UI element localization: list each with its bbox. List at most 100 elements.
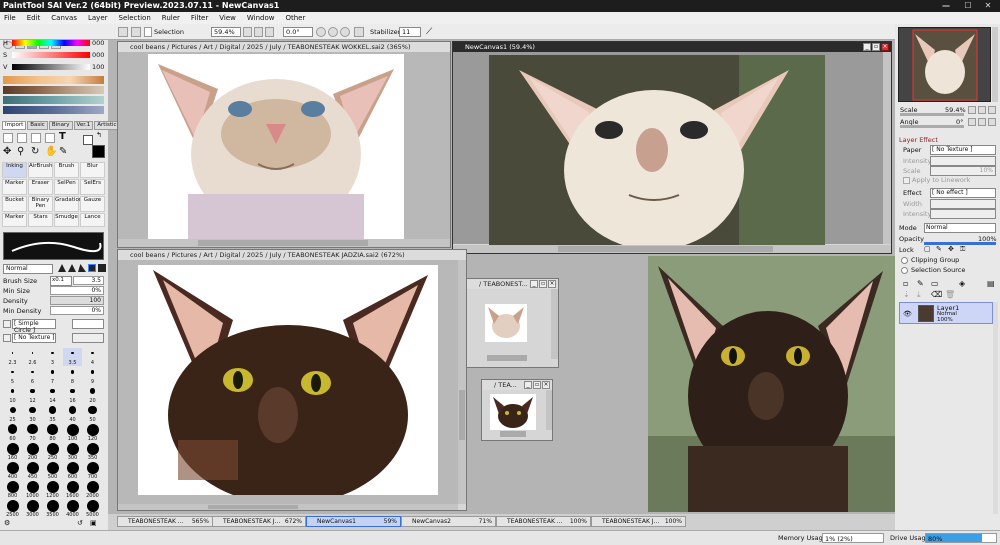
brush-size-preset[interactable]: 2500 — [3, 500, 22, 518]
brush-bucket[interactable]: Bucket — [2, 196, 27, 212]
nav-zoom-out-button[interactable] — [968, 106, 976, 114]
brush-size-preset[interactable]: 400 — [3, 462, 22, 480]
canvas-viewport-newcanvas1[interactable] — [453, 52, 891, 250]
lock-move-icon[interactable]: ✥ — [948, 245, 954, 253]
brush-selpen[interactable]: SelPen — [54, 179, 79, 195]
brush-size-preset[interactable]: 300 — [63, 443, 82, 461]
tab-artistic[interactable]: Artistic — [94, 121, 120, 130]
brush-size-preset[interactable]: 3500 — [43, 500, 62, 518]
brush-size-preset[interactable]: 160 — [3, 443, 22, 461]
brush-size-slider[interactable]: 3.5 — [73, 276, 104, 285]
texture-strength-slider[interactable] — [72, 333, 104, 343]
canvas-tab-1[interactable]: TEABONESTEAK ... 565% — [117, 516, 213, 527]
brush-size-preset[interactable]: 16 — [63, 386, 82, 404]
flip-button[interactable] — [354, 27, 364, 37]
mini1-v-scrollbar[interactable] — [551, 289, 558, 359]
save-icon[interactable]: ▣ — [90, 519, 97, 527]
zoom-reset-button[interactable] — [265, 27, 274, 37]
menu-window[interactable]: Window — [247, 14, 275, 22]
window-restore-button[interactable]: ▫ — [872, 43, 880, 51]
canvas-window-jadzia[interactable]: cool beans / Pictures / Art / Digital / … — [117, 249, 467, 511]
canvas-window-wokkel[interactable]: cool beans / Pictures / Art / Digital / … — [117, 41, 451, 248]
mini1-restore-button[interactable]: ▫ — [539, 280, 547, 288]
brush-size-preset[interactable]: 20 — [83, 386, 102, 404]
brush-stars[interactable]: Stars — [28, 213, 53, 227]
mini1-close-button[interactable]: × — [548, 280, 556, 288]
scale-slider[interactable]: 10% — [930, 166, 996, 176]
brush-size-preset[interactable]: 600 — [63, 462, 82, 480]
mini2-v-scrollbar[interactable] — [546, 390, 552, 430]
transfer-down-icon[interactable]: ⇣ — [903, 290, 910, 299]
texture-enable-checkbox[interactable] — [3, 334, 11, 342]
brush-gradation[interactable]: Gradation — [54, 196, 82, 212]
layer-menu-icon[interactable]: ▤ — [987, 279, 995, 288]
menu-view[interactable]: View — [219, 14, 236, 22]
brush-size-preset[interactable]: 9 — [83, 367, 102, 385]
nav-rotate-left-button[interactable] — [968, 118, 976, 126]
v-scrollbar-newcanvas1[interactable] — [883, 52, 891, 244]
selection-source-checkbox[interactable] — [901, 267, 908, 274]
pen-pressure-icon[interactable]: ⟋ — [426, 27, 432, 37]
mini1-minimize-button[interactable]: _ — [530, 280, 538, 288]
brush-size-preset[interactable]: 3000 — [23, 500, 42, 518]
settings-icon[interactable]: ⚙ — [4, 519, 10, 527]
lock-paint-icon[interactable]: ✎ — [936, 245, 942, 253]
saturation-slider[interactable] — [12, 52, 90, 58]
blend-mode-select[interactable]: Normal — [3, 264, 53, 274]
brush-size-preset[interactable]: 8 — [63, 367, 82, 385]
brush-blur[interactable]: Blur — [80, 162, 105, 178]
layer-list-scrollbar[interactable] — [993, 302, 998, 514]
zoom-field[interactable]: 59.4% — [211, 27, 241, 37]
clipping-group-checkbox[interactable] — [901, 257, 908, 264]
brush-smudge[interactable]: Smudge — [54, 213, 79, 227]
brush-lance[interactable]: Lance — [80, 213, 105, 227]
brush-size-multiplier[interactable]: x0.1 — [50, 276, 72, 286]
v-scrollbar-jadzia[interactable] — [458, 260, 466, 504]
clear-layer-icon[interactable]: ⌫ — [931, 290, 942, 299]
canvas-window-mini2[interactable]: / TEA... _ ▫ × — [481, 379, 553, 441]
mini2-close-button[interactable]: × — [542, 381, 550, 389]
intensity2-slider[interactable] — [930, 209, 996, 219]
navigator-scrollbar[interactable] — [992, 27, 998, 102]
brush-size-preset[interactable]: 80 — [43, 424, 62, 442]
lock-all-icon[interactable]: ⚿ — [960, 245, 965, 254]
brush-size-preset[interactable]: 60 — [3, 424, 22, 442]
width-slider[interactable] — [930, 199, 996, 209]
brush-size-preset[interactable]: 100 — [63, 424, 82, 442]
brush-size-preset[interactable]: 25 — [3, 405, 22, 423]
h-scrollbar-jadzia[interactable] — [118, 504, 458, 510]
shape-strength-slider[interactable] — [72, 319, 104, 329]
mini2-h-scrollbar[interactable] — [500, 431, 526, 437]
canvas-window-newcanvas1[interactable]: NewCanvas1 (59.4%) _ ▫ × — [452, 41, 892, 254]
lock-transparency-icon[interactable]: ▢ — [924, 245, 931, 253]
brush-size-preset[interactable]: 120 — [83, 424, 102, 442]
brush-size-preset[interactable]: 350 — [83, 443, 102, 461]
brush-size-preset[interactable]: 500 — [43, 462, 62, 480]
canvas-viewport-jadzia[interactable] — [118, 260, 458, 505]
nav-zoom-reset-button[interactable] — [988, 106, 996, 114]
brush-shape-select[interactable]: [ Simple Circle ] — [12, 319, 56, 334]
brush-size-preset[interactable]: 2.6 — [23, 348, 42, 366]
zoom-out-button[interactable] — [243, 27, 252, 37]
secondary-color-swatch[interactable] — [83, 135, 93, 145]
reset-icon[interactable]: ↺ — [77, 519, 83, 527]
swatch-palette[interactable] — [3, 76, 104, 114]
eyedropper-icon[interactable]: ✎ — [59, 146, 67, 157]
brush-texture-select[interactable]: [ No Texture ] — [12, 333, 56, 343]
zoom-in-button[interactable] — [254, 27, 263, 37]
brush-size-preset[interactable]: 4 — [83, 348, 102, 366]
selection-checkbox[interactable] — [144, 27, 152, 37]
apply-linework-checkbox[interactable] — [903, 177, 910, 184]
brush-size-preset[interactable]: 800 — [3, 481, 22, 499]
effect-select[interactable]: [ No effect ] — [930, 188, 996, 198]
brush-size-preset[interactable]: 30 — [23, 405, 42, 423]
new-linework-icon[interactable]: ✎ — [917, 279, 924, 288]
new-layer-icon[interactable]: ▫ — [903, 279, 908, 288]
nav-angle-slider[interactable] — [900, 125, 964, 128]
tab-basic[interactable]: Basic — [27, 121, 48, 130]
canvas-tab-6[interactable]: TEABONESTEAK J... 100% — [591, 516, 686, 527]
window-minimize-button[interactable]: _ — [863, 43, 871, 51]
fill-select-icon[interactable] — [45, 133, 55, 143]
tip-shape-4-icon[interactable] — [88, 264, 96, 272]
zoom-icon[interactable]: ⚲ — [17, 146, 24, 157]
